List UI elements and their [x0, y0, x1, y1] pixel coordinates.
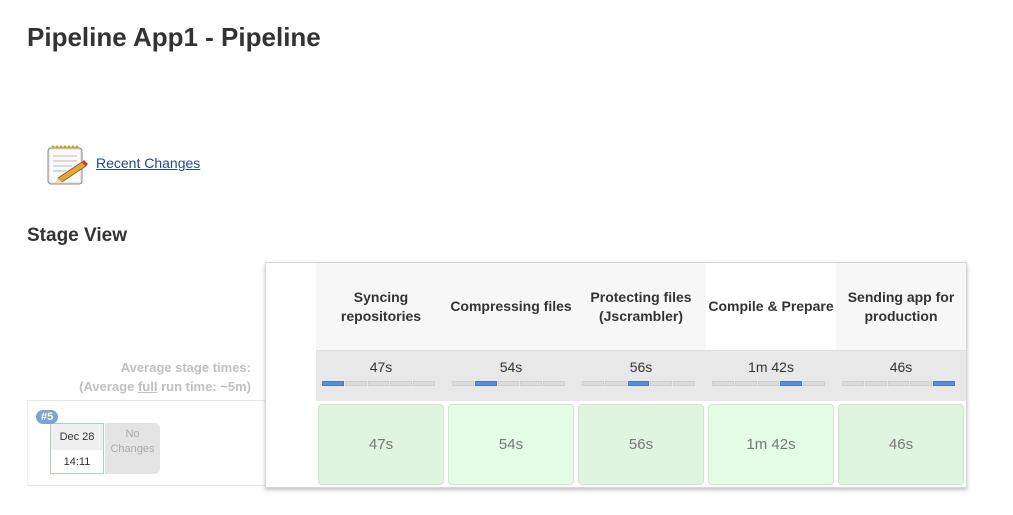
progress-segment	[933, 381, 955, 386]
stage-cell[interactable]: 54s	[448, 404, 574, 485]
stage-column: Protecting files (Jscrambler) 56s 56s	[576, 263, 706, 487]
run-changes[interactable]: No Changes	[105, 423, 160, 474]
progress-segment	[367, 381, 390, 386]
stage-average: 46s	[836, 350, 966, 401]
stage-header: Protecting files (Jscrambler)	[576, 263, 706, 350]
recent-changes: Recent Changes	[44, 142, 200, 188]
average-stage-times-label: Average stage times: (Average full run t…	[27, 358, 251, 396]
recent-changes-link[interactable]: Recent Changes	[96, 155, 200, 171]
stage-duration: 56s	[628, 436, 654, 453]
progress-segment	[842, 381, 864, 386]
stage-name: Sending app for production	[847, 288, 955, 324]
progress-segment	[864, 381, 887, 386]
progress-segment	[757, 381, 780, 386]
stage-name: Compile & Prepare	[708, 298, 834, 314]
progress-segment	[734, 381, 757, 386]
progress-segment	[344, 381, 367, 386]
progress-segment	[712, 381, 734, 386]
stage-column: Sending app for production 46s 46s	[836, 263, 966, 487]
stage-average: 1m 42s	[706, 350, 836, 401]
section-title: Stage View	[27, 225, 127, 246]
progress-segment	[803, 381, 825, 386]
stage-average: 56s	[576, 350, 706, 401]
progress-segment	[910, 381, 933, 386]
stage-column: Compressing files 54s 54s	[446, 263, 576, 487]
stage-average-time: 56s	[629, 359, 653, 375]
stage-name: Syncing repositories	[340, 288, 422, 324]
stage-cell[interactable]: 56s	[578, 404, 704, 485]
full-run-link[interactable]: full	[138, 379, 158, 394]
stage-progress-bar	[322, 381, 435, 386]
page-title: Pipeline App1 - Pipeline	[27, 22, 321, 52]
stage-duration: 54s	[498, 436, 524, 453]
stage-view-table: Syncing repositories 47s 47s Compressing fi…	[265, 262, 967, 488]
progress-segment	[627, 381, 650, 386]
progress-segment	[322, 381, 344, 386]
stage-column: Compile & Prepare 1m 42s 1m 42s	[706, 263, 836, 487]
progress-segment	[582, 381, 604, 386]
progress-segment	[390, 381, 413, 386]
stage-cell[interactable]: 46s	[838, 404, 964, 485]
stage-header: Compile & Prepare	[706, 263, 836, 350]
average-suffix: run time: ~5m)	[157, 379, 251, 394]
stage-progress-bar	[452, 381, 565, 386]
progress-segment	[543, 381, 565, 386]
stage-progress-bar	[712, 381, 825, 386]
stage-average-time: 54s	[499, 359, 523, 375]
stage-progress-bar	[582, 381, 695, 386]
stage-duration: 47s	[368, 436, 394, 453]
stage-average-time: 46s	[889, 359, 913, 375]
progress-segment	[650, 381, 673, 386]
stage-header: Compressing files	[446, 263, 576, 350]
stage-average-time: 1m 42s	[748, 359, 794, 375]
notepad-icon[interactable]	[44, 142, 90, 188]
run-time: 14:11	[63, 456, 91, 468]
stage-progress-bar	[842, 381, 955, 386]
progress-segment	[604, 381, 627, 386]
average-line1: Average stage times:	[120, 360, 251, 375]
run-number-badge[interactable]: #5	[36, 410, 59, 424]
progress-segment	[474, 381, 497, 386]
run-date-box[interactable]: Dec 28 14:11	[50, 423, 104, 474]
progress-segment	[497, 381, 520, 386]
stage-average: 47s	[316, 350, 446, 401]
stage-duration: 1m 42s	[746, 436, 796, 453]
progress-segment	[452, 381, 474, 386]
stage-name: Protecting files (Jscrambler)	[590, 288, 692, 324]
run-date: Dec 28	[51, 424, 103, 450]
stage-header: Sending app for production	[836, 263, 966, 350]
stage-average: 54s	[446, 350, 576, 401]
stage-name: Compressing files	[450, 298, 572, 314]
progress-segment	[520, 381, 543, 386]
average-prefix: (Average	[79, 379, 138, 394]
stage-column: Syncing repositories 47s 47s	[316, 263, 446, 487]
progress-segment	[780, 381, 803, 386]
progress-segment	[673, 381, 695, 386]
stage-cell[interactable]: 1m 42s	[708, 404, 834, 485]
stage-average-time: 47s	[369, 359, 393, 375]
run-row: #5 Dec 28 14:11 No Changes	[27, 400, 268, 486]
stage-duration: 46s	[888, 436, 914, 453]
stage-header: Syncing repositories	[316, 263, 446, 350]
stage-cell[interactable]: 47s	[318, 404, 444, 485]
average-line2: (Average full run time: ~5m)	[27, 377, 251, 396]
progress-segment	[887, 381, 910, 386]
progress-segment	[413, 381, 435, 386]
